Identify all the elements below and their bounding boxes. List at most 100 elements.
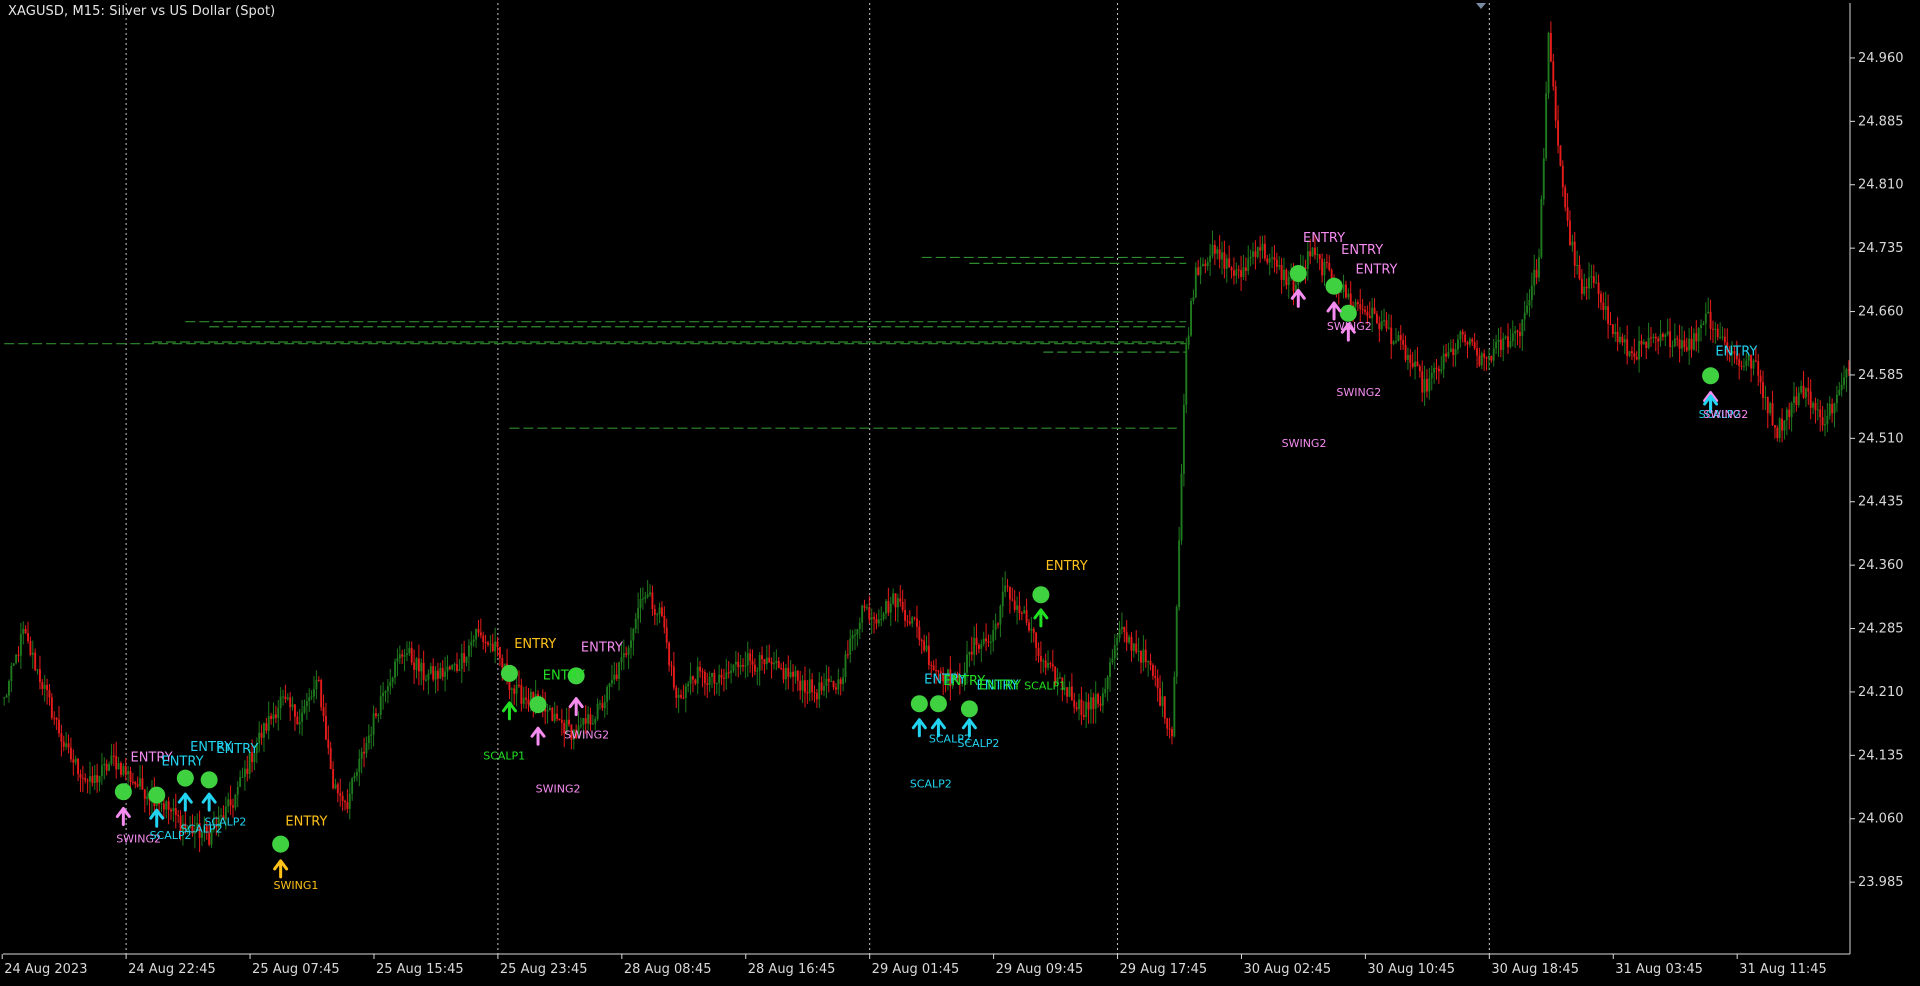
candle-body [1766,397,1769,414]
candle-body [1156,677,1159,689]
candle-body [267,715,270,731]
candle-body [422,662,425,681]
candle-body [1387,327,1390,329]
candle-body [1016,605,1019,610]
candle-body [1502,338,1505,350]
candle-body [1707,311,1710,314]
candle-body [711,672,713,677]
candle-body [313,689,315,697]
candle-body [1383,320,1386,322]
candle-body [332,769,335,789]
candle-body [1616,331,1619,343]
candle-body [987,641,990,643]
candle-body [1237,269,1240,271]
candle-body [98,775,101,783]
candle-body [341,795,344,801]
candle-body [177,814,180,816]
candle-body [615,674,618,679]
candle-body [1047,663,1049,668]
candle-body [1700,324,1703,328]
candle-body [1006,585,1009,587]
candle-body [737,661,740,668]
candle-body [1306,251,1309,269]
session-separators [125,3,1490,954]
candle-body [456,664,458,671]
candle-body [1395,341,1397,343]
candle-body [815,692,818,700]
entry-label: ENTRY [514,637,556,652]
candle-body [827,678,830,682]
candle-body [1035,632,1038,648]
candle-body [55,717,58,720]
candle-body [489,643,492,645]
candle-body [1008,586,1011,600]
candle-body [1209,255,1212,262]
candle-body [284,696,287,700]
price-chart[interactable]: XAGUSD, M15: Silver vs US Dollar (Spot) … [0,0,1920,982]
signal-type-label: SWING2 [1327,320,1372,333]
candle-body [1266,258,1269,263]
entry-dot [1325,277,1343,295]
candle-body [396,658,399,662]
time-tick-label: 25 Aug 23:45 [500,962,588,977]
candle-body [863,605,866,608]
candle-body [587,714,590,724]
candle-body [1671,346,1674,348]
entry-label: ENTRY [1303,231,1345,246]
candle-body [694,679,697,684]
candle-body [386,686,389,691]
candle-body [1216,249,1219,254]
candle-body [1192,297,1195,301]
candle-body [610,679,613,684]
candle-body [665,627,668,643]
candle-body [1695,333,1698,342]
candle-body [1549,32,1552,62]
candle-body [744,665,747,667]
candle-body [875,618,878,624]
time-tick-label: 28 Aug 16:45 [748,962,836,977]
candle-body [317,679,320,681]
candle-body [1142,649,1145,663]
candle-body [1340,291,1343,293]
candle-body [60,733,63,742]
candle-body [1213,244,1216,254]
candle-body [751,660,754,665]
candlestick-chart-svg[interactable]: ENTRYENTRYENTRYENTRYENTRYENTRYENTRYENTRY… [0,0,1920,982]
candle-body [1204,263,1207,266]
time-tick-label: 30 Aug 18:45 [1491,962,1579,977]
candle-body [1044,660,1047,668]
candle-body [1645,341,1648,349]
candle-body [1478,355,1481,366]
candle-body [146,796,149,799]
candle-body [1628,351,1631,356]
candle-body [630,640,632,648]
candle-body [1485,357,1488,359]
candle-body [1228,258,1231,268]
signal-type-label: SCALP2 [957,737,999,750]
candle-body [1783,420,1786,431]
candle-body [131,781,134,783]
candle-body [258,732,261,744]
candle-body [1032,628,1035,633]
candle-body [1678,339,1681,349]
candle-body [1714,328,1717,330]
price-tick-label: 24.735 [1858,241,1904,256]
candle-body [689,676,692,684]
candle-body [756,670,759,672]
candle-body [1235,269,1238,276]
candle-body [684,686,687,699]
candle-body [699,666,702,672]
candle-body [353,775,356,779]
candle-body [1144,649,1147,663]
candle-body [1659,333,1662,342]
candle-body [1263,243,1266,259]
signal-type-label: SWING2 [1703,408,1748,421]
candle-body [1168,728,1171,730]
candle-body [1764,397,1767,399]
candle-body [651,592,654,610]
candle-body [970,651,973,655]
candle-body [1566,207,1569,221]
candle-body [1535,269,1538,278]
candle-body [1597,282,1600,294]
candle-body [1440,369,1443,372]
